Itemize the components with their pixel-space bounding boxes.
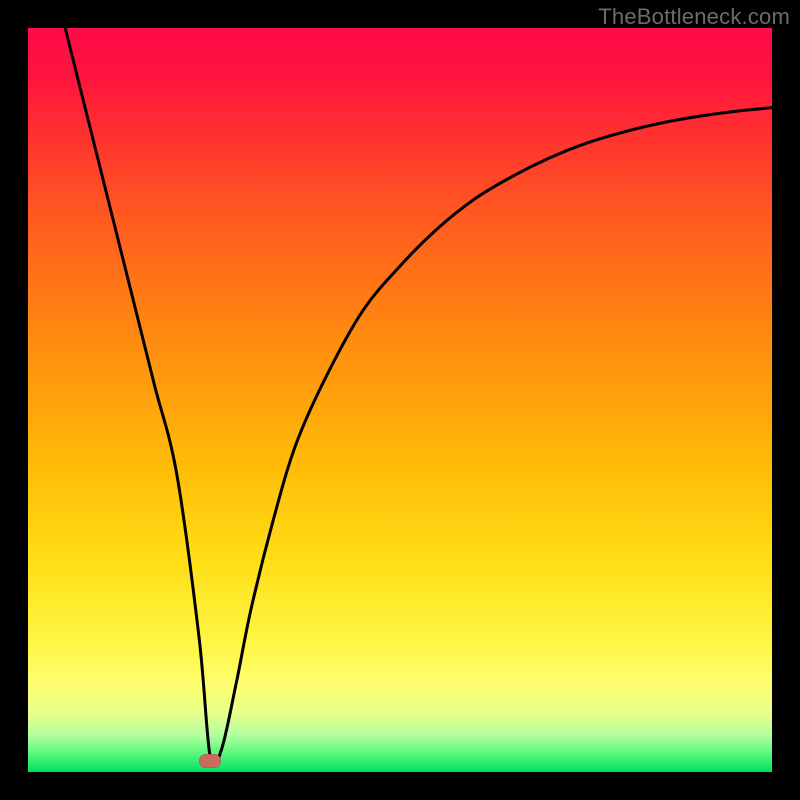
credit-label: TheBottleneck.com: [598, 4, 790, 30]
curve-path: [65, 28, 772, 766]
bottleneck-curve: [28, 28, 772, 772]
chart-frame: TheBottleneck.com: [0, 0, 800, 800]
plot-area: [28, 28, 772, 772]
optimum-marker: [199, 754, 221, 768]
